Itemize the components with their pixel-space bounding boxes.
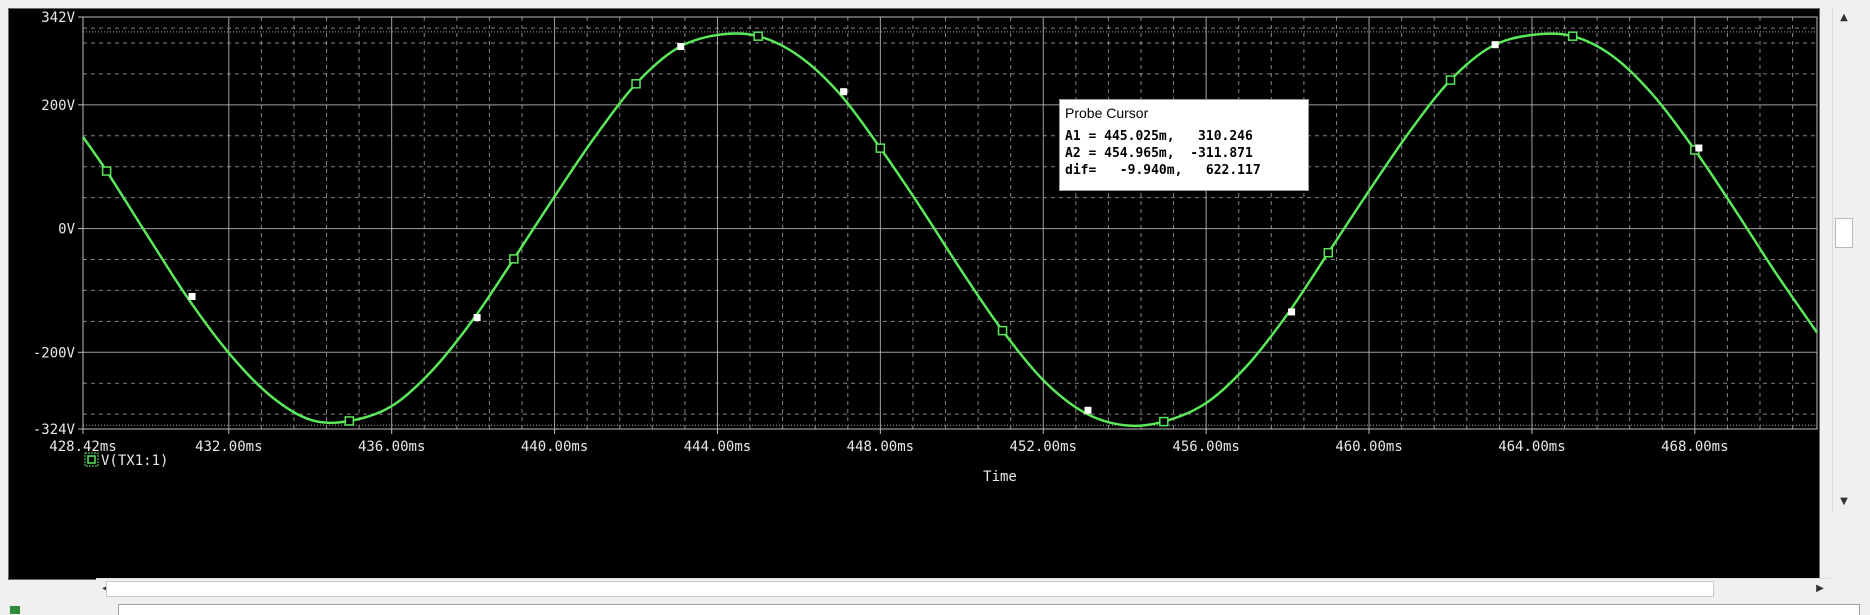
x-tick-label: 460.00ms: [1335, 439, 1402, 455]
x-tick-label: 464.00ms: [1498, 439, 1565, 455]
probe-cursor-a2: A2 = 454.965m, -311.871: [1065, 146, 1253, 161]
horizontal-scrollbar[interactable]: ◀ ▶: [96, 578, 1830, 599]
x-tick-label: 432.00ms: [195, 439, 262, 455]
plot-window[interactable]: 342V 200V 0V -200V -324V 428.42ms 432.00ms 436…: [8, 8, 1820, 580]
cursor-point-marker: [188, 292, 196, 300]
x-tick-label: 448.00ms: [847, 439, 914, 455]
data-point-marker: [875, 143, 886, 153]
x-axis-title: Time: [983, 469, 1017, 485]
scroll-down-arrow-icon[interactable]: ▼: [1833, 492, 1855, 512]
probe-cursor-window[interactable]: Probe Cursor A1 = 445.025m, 310.246 A2 =…: [1059, 99, 1309, 191]
legend-marker-square: [87, 455, 96, 464]
cursor-point-marker: [840, 88, 848, 96]
data-point-marker: [344, 416, 355, 426]
x-axis-tick-labels: 428.42ms 432.00ms 436.00ms 440.00ms 444.00ms…: [49, 429, 1729, 455]
vertical-scroll-thumb[interactable]: [1835, 218, 1853, 248]
scroll-up-arrow-icon[interactable]: ▲: [1833, 8, 1855, 28]
waveform-plot[interactable]: 342V200V0V-200V-324V 428.42ms 432.00ms 436…: [9, 9, 1819, 579]
data-point-marker: [1323, 247, 1334, 258]
series-line-v-tx1-1: [81, 32, 1819, 428]
probe-cursor-dif: dif= -9.940m, 622.117: [1065, 163, 1261, 178]
legend-label: V(TX1:1): [101, 453, 168, 469]
trace: [81, 32, 1819, 428]
vertical-scrollbar[interactable]: ▲ ▼: [1832, 8, 1855, 512]
x-tick-label: 452.00ms: [1010, 439, 1077, 455]
probe-cursor-title: Probe Cursor: [1065, 105, 1149, 121]
cursor-point-marker: [1491, 41, 1499, 49]
scroll-right-arrow-icon[interactable]: ▶: [1810, 579, 1830, 599]
cursor-point-marker: [473, 314, 481, 322]
y-tick-label: -324V: [33, 422, 76, 438]
data-point-marker: [997, 325, 1008, 336]
cursor-point-marker: [1695, 144, 1703, 152]
data-point-marker: [1445, 75, 1456, 85]
x-tick-label: 440.00ms: [521, 439, 588, 455]
bottom-tab-strip: [0, 600, 1870, 615]
cursor-point-marker: [1084, 406, 1092, 414]
legend[interactable]: V(TX1:1): [84, 452, 168, 469]
probe-cursor-a1: A1 = 445.025m, 310.246: [1065, 129, 1253, 144]
schematic-icon: [10, 606, 20, 614]
x-tick-label: 468.00ms: [1661, 439, 1728, 455]
cursor-point-marker: [1288, 308, 1296, 316]
y-tick-label: -200V: [33, 345, 76, 361]
grid: [82, 16, 1818, 430]
y-tick-label: 342V: [41, 10, 75, 26]
data-point-marker: [1567, 31, 1578, 41]
data-point-marker: [631, 79, 641, 89]
data-point-marker: [753, 31, 763, 41]
data-point-marker: [101, 166, 112, 176]
data-point-marker: [1159, 416, 1169, 427]
y-axis-tick-labels: 342V 200V 0V -200V -324V: [33, 10, 83, 438]
x-tick-label: 456.00ms: [1172, 439, 1239, 455]
bottom-tab[interactable]: [118, 604, 1860, 615]
cursor-point-marker: [677, 43, 685, 51]
horizontal-scroll-thumb[interactable]: [106, 581, 1714, 597]
y-tick-label: 200V: [41, 98, 75, 114]
data-point-marker: [509, 254, 519, 264]
x-tick-label: 436.00ms: [358, 439, 425, 455]
x-tick-label: 444.00ms: [684, 439, 751, 455]
plot-border: [82, 16, 1818, 430]
y-tick-label: 0V: [58, 222, 75, 238]
